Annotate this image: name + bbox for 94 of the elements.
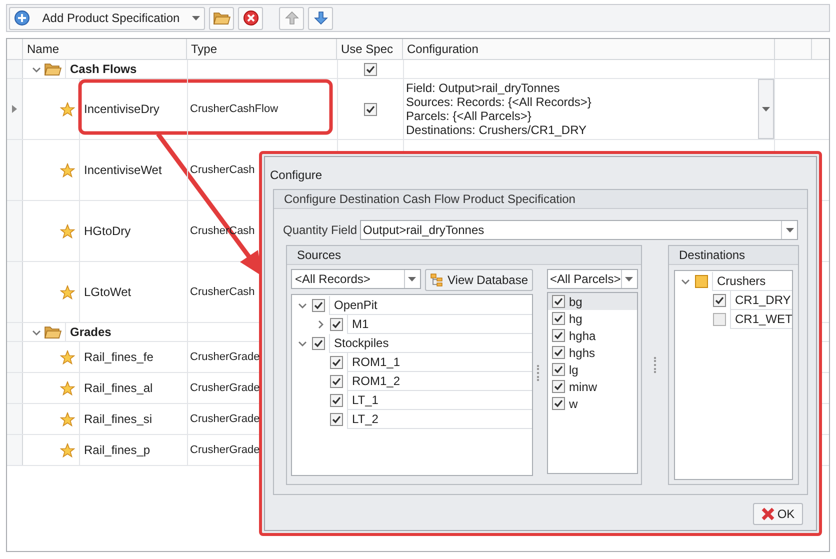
folder-icon <box>212 10 230 26</box>
star-icon <box>60 224 75 238</box>
chevron-down-icon[interactable] <box>680 277 690 286</box>
star-icon <box>60 412 75 426</box>
tree-item[interactable]: Stockpiles <box>329 334 532 353</box>
checkbox[interactable] <box>552 397 565 410</box>
chevron-right-icon[interactable] <box>316 320 324 329</box>
parcels-dropdown[interactable]: <All Parcels> <box>547 269 638 289</box>
star-icon <box>60 284 75 300</box>
parcel-item[interactable]: lg <box>548 361 637 378</box>
column-header[interactable]: Name <box>23 39 187 59</box>
panel-title: Sources <box>287 246 641 265</box>
checkbox[interactable] <box>330 394 343 407</box>
move-down-button[interactable] <box>308 6 333 30</box>
view-database-button[interactable]: View Database <box>424 269 533 291</box>
checkbox[interactable] <box>552 363 565 376</box>
checkbox[interactable] <box>713 294 726 307</box>
star-icon <box>60 350 75 364</box>
name-cell: Rail_fines_p <box>79 435 187 465</box>
checkbox[interactable] <box>713 313 726 326</box>
tree-item[interactable]: LT_2 <box>347 410 532 429</box>
close-icon <box>761 507 776 521</box>
ok-button[interactable]: OK <box>753 503 803 525</box>
checkbox[interactable] <box>552 380 565 393</box>
row-indicator-icon <box>12 105 17 113</box>
name-cell: IncentiviseDry <box>79 79 187 139</box>
checkbox[interactable] <box>330 318 343 331</box>
name-cell: LGtoWet <box>79 262 187 322</box>
checkbox[interactable] <box>330 356 343 369</box>
star-icon <box>60 102 75 116</box>
add-product-button[interactable]: Add Product Specification <box>9 6 205 30</box>
star-icon <box>60 442 75 458</box>
checkbox[interactable] <box>312 299 325 312</box>
down-arrow-icon <box>312 10 328 26</box>
folder-icon <box>44 324 62 340</box>
parcel-item[interactable]: hg <box>548 310 637 327</box>
chevron-down-icon[interactable] <box>298 339 306 348</box>
star-icon <box>60 162 75 178</box>
checkbox[interactable] <box>552 346 565 359</box>
folder-icon <box>44 61 62 77</box>
tree-item[interactable]: ROM1_2 <box>347 372 532 391</box>
name-cell: Rail_fines_fe <box>79 342 187 372</box>
tree-item[interactable]: LT_1 <box>347 391 532 410</box>
group-header: Configure Destination Cash Flow Product Specification <box>274 190 807 209</box>
name-cell: IncentiviseWet <box>79 140 187 200</box>
hierarchy-icon <box>430 273 444 287</box>
up-arrow-icon <box>284 10 300 26</box>
tree-item[interactable]: ROM1_1 <box>347 353 532 372</box>
chevron-down-icon[interactable] <box>32 328 41 336</box>
group-label: Grades <box>65 323 187 341</box>
tree-item[interactable]: CR1_WET <box>730 310 792 329</box>
caret-icon <box>786 228 794 232</box>
tree-item[interactable]: CR1_DRY <box>730 291 792 310</box>
delete-button[interactable] <box>238 6 263 30</box>
caret-icon <box>762 106 770 112</box>
parcel-item[interactable]: w <box>548 395 637 412</box>
parcel-item[interactable]: hghs <box>548 344 637 361</box>
checkbox[interactable] <box>312 337 325 350</box>
checkbox[interactable] <box>552 312 565 325</box>
parcel-item[interactable]: bg <box>548 293 637 310</box>
chevron-down-icon[interactable] <box>32 64 41 74</box>
name-cell: Rail_fines_si <box>79 404 187 434</box>
chevron-down-icon[interactable] <box>298 301 306 310</box>
caret-icon <box>192 16 200 20</box>
checkbox[interactable] <box>364 102 377 116</box>
configuration-cell-text: Field: Output>rail_dryTonnes Sources: Records: {<All Records>} Parcels: {<All Parcels>} Destinations: Crushers/CR1_DRY <box>405 80 592 139</box>
name-cell: HGtoDry <box>79 201 187 261</box>
name-cell: Rail_fines_al <box>79 373 187 403</box>
caret-icon <box>408 276 416 282</box>
caret-icon <box>625 276 634 282</box>
dialog-title: Configure <box>270 167 324 184</box>
delete-icon <box>242 10 258 26</box>
open-folder-button[interactable] <box>209 6 234 30</box>
parcel-item[interactable]: hgha <box>548 327 637 344</box>
column-header[interactable]: Configuration <box>403 39 775 59</box>
checkbox[interactable] <box>330 413 343 426</box>
quantity-field[interactable]: Output>rail_dryTonnes <box>360 220 798 240</box>
group-label: Cash Flows <box>65 60 187 78</box>
column-header[interactable]: Type <box>187 39 337 59</box>
column-header[interactable]: Use Spec <box>337 39 403 59</box>
checkbox[interactable] <box>552 295 565 308</box>
type-cell: CrusherCashFlow <box>187 79 337 139</box>
checkbox[interactable] <box>552 329 565 342</box>
tree-item[interactable]: OpenPit <box>329 296 532 315</box>
parcel-item[interactable]: minw <box>548 378 637 395</box>
node-icon <box>695 275 708 288</box>
panel-title: Destinations <box>669 246 798 265</box>
plus-icon <box>14 10 30 26</box>
star-icon <box>60 380 75 396</box>
records-dropdown[interactable]: <All Records> <box>291 269 420 289</box>
checkbox[interactable] <box>330 375 343 388</box>
checkbox[interactable] <box>364 62 377 76</box>
tree-item[interactable]: M1 <box>347 315 532 334</box>
tree-item[interactable]: Crushers <box>712 272 792 291</box>
